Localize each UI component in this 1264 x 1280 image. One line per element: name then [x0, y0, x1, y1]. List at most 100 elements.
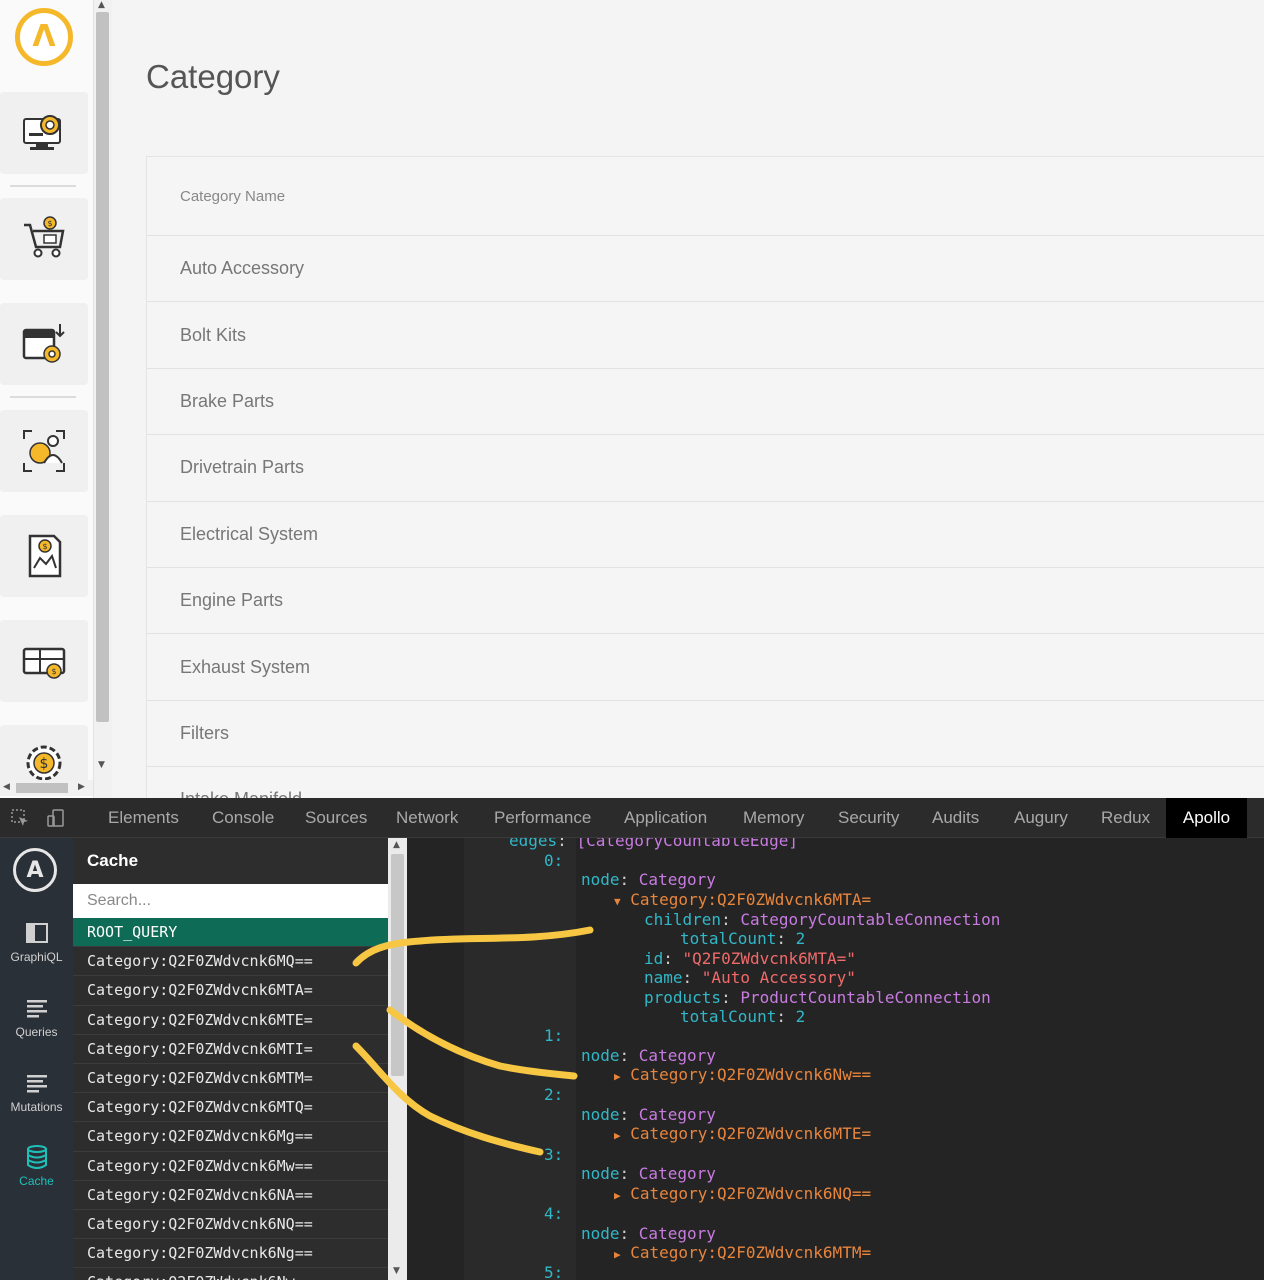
tab-console[interactable]: Console: [197, 798, 289, 838]
tab-apollo[interactable]: Apollo: [1166, 798, 1247, 838]
node-key: node: [581, 1224, 620, 1243]
collapse-triangle-icon[interactable]: ▼: [614, 895, 621, 908]
edges-type: [CategoryCountableEdge]: [576, 838, 798, 850]
sidebar-item-invoices[interactable]: $: [0, 515, 88, 597]
node-type: Category: [638, 1224, 716, 1243]
apollo-nav-mutations[interactable]: Mutations: [0, 1070, 73, 1130]
node-type: Category: [638, 870, 716, 889]
inspect-element-icon[interactable]: [10, 808, 30, 828]
cache-scroll-thumb[interactable]: [391, 854, 404, 1076]
scroll-left-icon[interactable]: ◀: [3, 782, 10, 792]
sidebar-item-sales[interactable]: $: [0, 198, 88, 280]
list-item[interactable]: Category:Q2F0ZWdvcnk6Nw==: [73, 1268, 388, 1280]
list-item[interactable]: Category:Q2F0ZWdvcnk6Mg==: [73, 1122, 388, 1152]
node-type: Category: [638, 1164, 716, 1183]
table-row[interactable]: Exhaust System: [147, 634, 1264, 701]
sidebar-horizontal-scrollbar[interactable]: ◀ ▶: [0, 780, 93, 796]
node-ref-collapsed[interactable]: ▶ Category:Q2F0ZWdvcnk6MTM=: [614, 1243, 871, 1262]
list-item[interactable]: Category:Q2F0ZWdvcnk6Ng==: [73, 1239, 388, 1269]
list-item[interactable]: Category:Q2F0ZWdvcnk6MTM=: [73, 1063, 388, 1094]
cache-item-root-query[interactable]: ROOT_QUERY: [73, 918, 388, 948]
table-row[interactable]: Electrical System: [147, 501, 1264, 568]
list-item[interactable]: Category:Q2F0ZWdvcnk6MTE=: [73, 1005, 388, 1035]
cache-panel: Cache ROOT_QUERY Category:Q2F0ZWdvcnk6MQ…: [73, 838, 388, 1280]
field-value: 2: [795, 929, 806, 948]
tab-elements[interactable]: Elements: [93, 798, 194, 838]
scroll-up-icon[interactable]: ▲: [98, 0, 105, 10]
list-item[interactable]: Category:Q2F0ZWdvcnk6MTI=: [73, 1034, 388, 1064]
apollo-nav-cache[interactable]: Cache: [0, 1144, 73, 1204]
table-row[interactable]: Drivetrain Parts: [147, 435, 1264, 502]
node-ref-collapsed[interactable]: ▶ Category:Q2F0ZWdvcnk6MTE=: [614, 1124, 871, 1143]
node-ref[interactable]: Category:Q2F0ZWdvcnk6MTE=: [630, 1124, 871, 1143]
list-item[interactable]: Category:Q2F0ZWdvcnk6MQ==: [73, 947, 388, 977]
sidebar-item-dashboard[interactable]: [0, 92, 88, 174]
sidebar-scrollbar[interactable]: ▲ ▼: [93, 0, 112, 798]
apollo-nav-label: GraphiQL: [10, 950, 63, 964]
list-item[interactable]: Category:Q2F0ZWdvcnk6Mw==: [73, 1151, 388, 1181]
cache-title: Cache: [73, 838, 388, 884]
sidebar-item-gift-cards[interactable]: $: [0, 620, 88, 702]
scroll-down-icon[interactable]: ▼: [393, 1266, 400, 1276]
node-ref[interactable]: Category:Q2F0ZWdvcnk6MTA=: [630, 890, 871, 909]
apollo-nav-label: Mutations: [10, 1100, 63, 1114]
tab-performance[interactable]: Performance: [479, 798, 606, 838]
table-row[interactable]: Bolt Kits: [147, 302, 1264, 369]
tab-augury[interactable]: Augury: [999, 798, 1083, 838]
customers-icon: [23, 430, 65, 472]
table-row[interactable]: Intake Manifold: [147, 767, 1264, 798]
tab-redux[interactable]: Redux: [1086, 798, 1165, 838]
queries-icon: [26, 1000, 47, 1018]
cache-search-input[interactable]: [73, 884, 388, 918]
tab-network[interactable]: Network: [381, 798, 473, 838]
edges-line: edges: [CategoryCountableEdge]: [509, 838, 798, 850]
tab-application[interactable]: Application: [609, 798, 722, 838]
node-ref-expanded[interactable]: ▼ Category:Q2F0ZWdvcnk6MTA=: [614, 890, 871, 909]
list-item[interactable]: Category:Q2F0ZWdvcnk6NQ==: [73, 1209, 388, 1240]
table-row[interactable]: Filters: [147, 700, 1264, 768]
list-item[interactable]: Category:Q2F0ZWdvcnk6MTQ=: [73, 1093, 388, 1123]
name-line: name: "Auto Accessory": [644, 968, 856, 987]
field-key: totalCount: [680, 1007, 777, 1026]
tab-security[interactable]: Security: [823, 798, 914, 838]
tab-audits[interactable]: Audits: [917, 798, 994, 838]
horizontal-scroll-thumb[interactable]: [16, 783, 68, 793]
list-item[interactable]: Category:Q2F0ZWdvcnk6MTA=: [73, 976, 388, 1006]
expand-triangle-icon[interactable]: ▶: [614, 1248, 621, 1261]
list-item[interactable]: Category:Q2F0ZWdvcnk6NA==: [73, 1180, 388, 1210]
sidebar-scroll-thumb[interactable]: [96, 12, 109, 722]
gift-card-icon: $: [22, 647, 66, 679]
expand-triangle-icon[interactable]: ▶: [614, 1189, 621, 1202]
node-ref[interactable]: Category:Q2F0ZWdvcnk6NQ==: [630, 1184, 871, 1203]
sidebar-item-inventory[interactable]: [0, 303, 88, 385]
tab-sources[interactable]: Sources: [290, 798, 382, 838]
node-ref[interactable]: Category:Q2F0ZWdvcnk6MTM=: [630, 1243, 871, 1262]
page-title: Category: [146, 58, 280, 95]
apollo-nav-queries[interactable]: Queries: [0, 995, 73, 1055]
tab-memory[interactable]: Memory: [728, 798, 819, 838]
svg-text:$: $: [40, 756, 49, 772]
table-row[interactable]: Auto Accessory: [147, 236, 1264, 303]
children-line: children: CategoryCountableConnection: [644, 910, 1001, 929]
category-table: Category Name Auto Accessory Bolt Kits B…: [146, 156, 1264, 798]
column-header-category-name[interactable]: Category Name: [147, 157, 1264, 236]
apollo-nav-graphiql[interactable]: GraphiQL: [0, 920, 73, 980]
app-logo[interactable]: Λ: [15, 8, 73, 66]
device-toolbar-icon[interactable]: [46, 808, 66, 828]
node-ref-collapsed[interactable]: ▶ Category:Q2F0ZWdvcnk6Nw==: [614, 1065, 871, 1084]
scroll-up-icon[interactable]: ▲: [393, 840, 400, 850]
scroll-right-icon[interactable]: ▶: [78, 782, 85, 792]
node-ref-collapsed[interactable]: ▶ Category:Q2F0ZWdvcnk6NQ==: [614, 1184, 871, 1203]
node-ref[interactable]: Category:Q2F0ZWdvcnk6Nw==: [630, 1065, 871, 1084]
cache-scrollbar[interactable]: ▲ ▼: [388, 838, 407, 1280]
expand-triangle-icon[interactable]: ▶: [614, 1070, 621, 1083]
edge-index: 4:: [544, 1204, 564, 1223]
expand-triangle-icon[interactable]: ▶: [614, 1129, 621, 1142]
sidebar-item-settings[interactable]: $: [0, 725, 88, 785]
sidebar-item-customers[interactable]: [0, 410, 88, 492]
table-row[interactable]: Engine Parts: [147, 567, 1264, 635]
app-logo-glyph: Λ: [32, 19, 56, 54]
table-row[interactable]: Brake Parts: [147, 368, 1264, 436]
scroll-down-icon[interactable]: ▼: [98, 760, 105, 770]
edge-index: 3:: [544, 1145, 564, 1164]
